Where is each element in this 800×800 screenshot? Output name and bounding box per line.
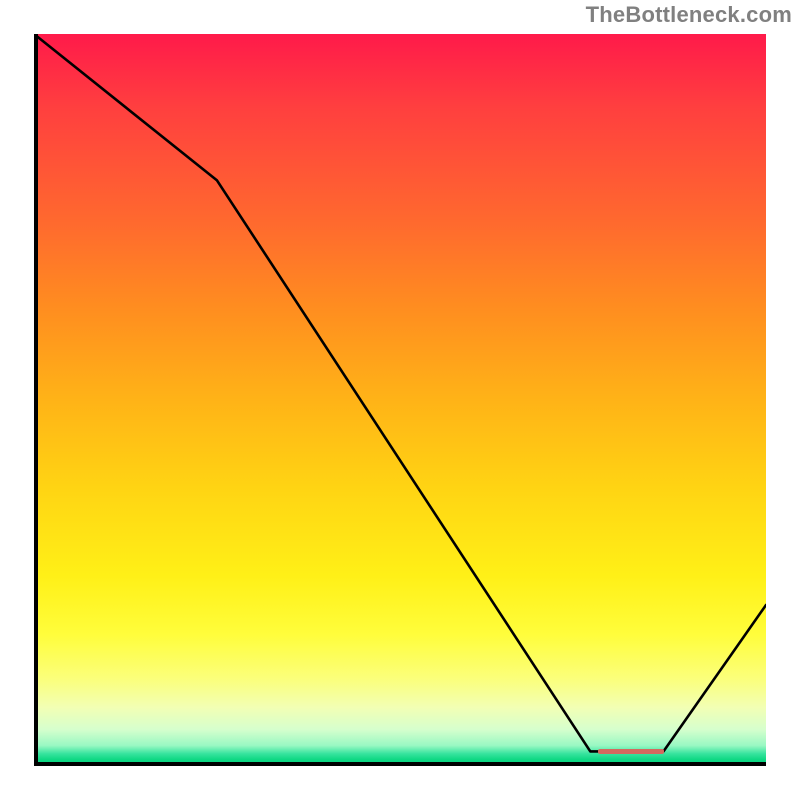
optimum-marker xyxy=(598,749,664,754)
data-line xyxy=(34,34,766,766)
plot-area xyxy=(34,34,766,766)
watermark-label: TheBottleneck.com xyxy=(586,2,792,28)
bottleneck-chart: TheBottleneck.com xyxy=(0,0,800,800)
